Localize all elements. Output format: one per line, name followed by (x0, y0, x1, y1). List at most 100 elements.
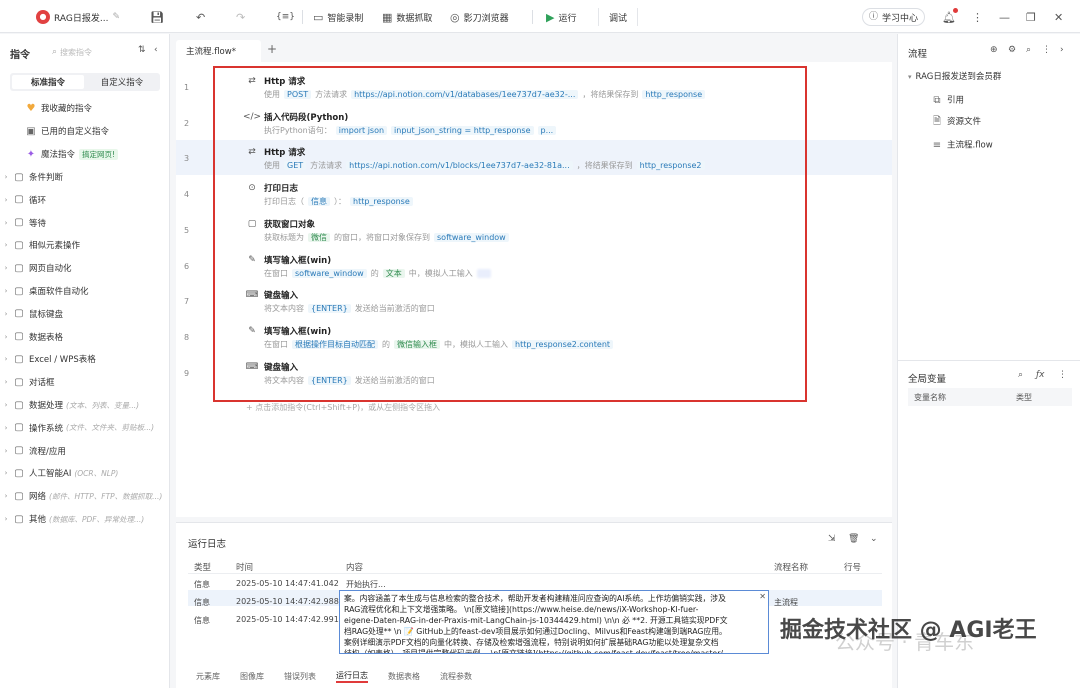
bottom-tab[interactable]: 数据表格 (388, 671, 420, 682)
flow-step[interactable]: 5 ▢ 获取窗口对象 获取标题为 微信 的窗口，将窗口对象保存到 software_wind… (176, 212, 892, 247)
flow-step[interactable]: 1 ⇄ Http 请求 使用 POST 方法请求 https://api.notion.co… (176, 69, 892, 104)
caret-right-icon: › (4, 264, 8, 273)
search-input[interactable]: ⌕ 搜索指令 (52, 44, 130, 60)
category-item[interactable]: › ▢ 其他 (数据库、PDF、异常处理...) (0, 508, 170, 530)
smart-record-label: 智能录制 (327, 13, 364, 24)
keyboard-icon: ⌨ (245, 361, 259, 372)
edit-icon[interactable]: ✎ (112, 12, 120, 22)
chevron-down-icon[interactable]: ⌄ (870, 535, 878, 544)
search-icon[interactable]: ⌕ (1026, 46, 1031, 55)
tab-standard[interactable]: 标准指令 (12, 75, 84, 89)
data-grab-button[interactable]: ▦ 数据抓取 (382, 8, 432, 26)
flow-step[interactable]: 3 ⇄ Http 请求 使用 GET 方法请求 https://api.notion.com… (176, 140, 892, 176)
flow-step[interactable]: 8 ✎ 填写输入框(win) 在窗口 根据操作目标自动匹配的微信输入框 中，模拟人工输入 h… (176, 319, 892, 354)
category-item[interactable]: › ▢ 操作系统 (文件、文件夹、剪贴板...) (0, 417, 170, 439)
bottom-tab[interactable]: 错误列表 (284, 671, 316, 682)
more-vertical-icon[interactable]: ⋮ (1042, 46, 1051, 55)
tree-item-resources[interactable]: 🗎︎ 资源文件 (930, 115, 981, 130)
notification-button[interactable]: 🔔︎ (942, 8, 958, 26)
add-step-hint[interactable]: + 点击添加指令(Ctrl+Shift+P)，或从左侧指令区拖入 (246, 402, 440, 413)
browser-button[interactable]: ◎ 影刀浏览器 (450, 8, 509, 26)
redo-icon: ↷ (236, 10, 246, 24)
more-menu-button[interactable]: ⋮ (972, 8, 983, 26)
search-icon[interactable]: ⌕ (1018, 371, 1023, 380)
category-item[interactable]: › ▢ 人工智能AI (OCR、NLP) (0, 462, 170, 484)
category-item[interactable]: › ▢ 相似元素操作 (0, 234, 170, 256)
bottom-tab[interactable]: 图像库 (240, 671, 264, 682)
undo-button[interactable]: ↶ (196, 8, 205, 26)
flow-step[interactable]: 6 ✎ 填写输入框(win) 在窗口 software_window 的文本 中，模拟人工输… (176, 248, 892, 283)
category-item[interactable]: › ▢ Excel / WPS表格 (0, 348, 170, 370)
step-param: import json (335, 125, 388, 135)
step-description: 将文本内容 {ENTER} 发送给当前激活的窗口 (264, 303, 439, 314)
trash-icon[interactable]: 🗑︎ (848, 535, 859, 544)
sort-icon[interactable]: ⇅ (138, 46, 146, 55)
learning-center-button[interactable]: ⓘ 学习中心 (862, 8, 926, 26)
close-button[interactable]: ✕ (1054, 8, 1063, 26)
used-custom-item[interactable]: ▣ 已用的自定义指令 (0, 120, 170, 142)
maximize-button[interactable]: ❐ (1026, 8, 1036, 26)
code-view-button[interactable]: {≡} (276, 8, 295, 26)
category-hint: (文本、列表、变量...) (66, 400, 140, 410)
bottom-tab[interactable]: 运行日志 (336, 670, 368, 683)
add-flow-icon[interactable]: ⊕ (990, 46, 998, 55)
favorites-item[interactable]: ♥ 我收藏的指令 (0, 97, 170, 119)
collapse-panel-icon[interactable]: ‹ (154, 46, 158, 55)
category-item[interactable]: › ▢ 数据处理 (文本、列表、变量...) (0, 394, 170, 416)
function-icon[interactable]: ƒx (1036, 371, 1045, 380)
export-icon[interactable]: ⇲ (828, 535, 836, 544)
step-text: 将文本内容 (264, 375, 304, 385)
step-number: 9 (184, 368, 190, 378)
tab-custom[interactable]: 自定义指令 (86, 75, 158, 89)
category-item[interactable]: › ▢ 网页自动化 (0, 257, 170, 279)
add-tab-icon[interactable]: + (267, 43, 277, 55)
magic-item[interactable]: ✦ 魔法指令 搞定网页! (0, 143, 170, 165)
instruction-tabs: 标准指令 自定义指令 (10, 73, 160, 91)
minimize-button[interactable]: — (999, 8, 1010, 26)
window-icon: ▢ (247, 218, 257, 229)
step-text: 在窗口 (264, 268, 288, 278)
category-item[interactable]: › ▢ 数据表格 (0, 326, 170, 348)
category-item[interactable]: › ▢ 鼠标键盘 (0, 303, 170, 325)
category-item[interactable]: › ▢ 网络 (邮件、HTTP、FTP、数据抓取...) (0, 485, 170, 507)
category-item[interactable]: › ▢ 条件判断 (0, 166, 170, 188)
log-content-line: 档RAG处理** \n 📝 GitHub上的feast-dev项目展示如何通过D… (344, 627, 727, 636)
category-item[interactable]: › ▢ 流程/应用 (0, 440, 170, 462)
save-button[interactable]: 💾︎ (150, 8, 164, 26)
collapse-right-icon[interactable]: › (1060, 46, 1064, 55)
bottom-tab[interactable]: 元素库 (196, 671, 220, 682)
flow-step[interactable]: 2 </> 插入代码段(Python) 执行Python语句： import json i… (176, 105, 892, 140)
tree-item-main-flow[interactable]: ≡ 主流程.flow (930, 138, 993, 152)
used-custom-label: 已用的自定义指令 (41, 127, 110, 137)
tree-item-label: 引用 (947, 95, 965, 106)
tree-root[interactable]: ▾ RAG日报发送到会员群 (908, 70, 1001, 82)
instruction-panel: 指令 ⌕ 搜索指令 ⇅ ‹ 标准指令 自定义指令 ♥ 我收藏的指令 ▣ 已用的自定义… (0, 34, 170, 688)
more-vertical-icon[interactable]: ⋮ (1058, 371, 1067, 380)
category-icon: ▢ (14, 331, 24, 343)
close-icon[interactable]: ✕ (759, 593, 766, 601)
bottom-tab[interactable]: 流程参数 (440, 671, 472, 682)
tree-item-ref[interactable]: ⧉ 引用 (930, 93, 964, 107)
smart-record-button[interactable]: ▭ 智能录制 (313, 8, 363, 26)
category-item[interactable]: › ▢ 桌面软件自动化 (0, 280, 170, 302)
tab-main-flow[interactable]: 主流程.flow* (176, 40, 261, 62)
settings-icon[interactable]: ⚙ (1008, 46, 1016, 55)
category-item[interactable]: › ▢ 对话框 (0, 371, 170, 393)
flow-step[interactable]: 9 ⌨ 键盘输入 将文本内容 {ENTER} 发送给当前激活的窗口 (176, 355, 892, 390)
braces-icon: {≡} (276, 11, 295, 22)
category-label: 鼠标键盘 (29, 309, 64, 320)
category-item[interactable]: › ▢ 循环 (0, 189, 170, 211)
step-param: 微信输入框 (394, 339, 440, 349)
globals-title: 全局变量 (908, 374, 947, 385)
run-button[interactable]: ▶ 运行 (546, 8, 576, 26)
debug-button[interactable]: 调试 (598, 8, 639, 26)
flow-step[interactable]: 4 ⊙ 打印日志 打印日志（ 信息 ）： http_response (176, 176, 892, 211)
log-content-popup[interactable]: 案。内容涵盖了本生成与信息检索的整合技术，帮助开发者构建精准问应查询的AI系统。… (339, 590, 769, 654)
caret-right-icon: › (4, 309, 8, 318)
step-description: 打印日志（ 信息 ）： http_response (264, 196, 417, 207)
step-param: input_json_string = http_response (391, 125, 534, 135)
redo-button[interactable]: ↷ (236, 8, 245, 26)
step-text: 获取标题为 (264, 232, 304, 242)
category-item[interactable]: › ▢ 等待 (0, 212, 170, 234)
flow-step[interactable]: 7 ⌨ 键盘输入 将文本内容 {ENTER} 发送给当前激活的窗口 (176, 283, 892, 318)
